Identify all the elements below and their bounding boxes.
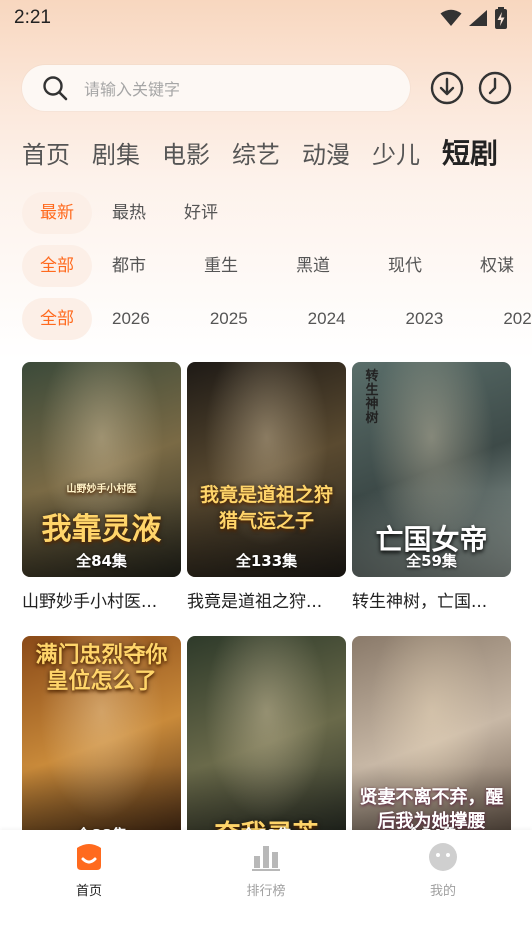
episode-count-badge: 全133集 bbox=[235, 552, 298, 570]
history-clock-icon[interactable] bbox=[478, 71, 512, 105]
tab-kids[interactable]: 少儿 bbox=[372, 135, 420, 170]
drama-poster: 我竟是道祖之狩猎气运之子 全133集 bbox=[187, 362, 346, 577]
search-row: 请输入关键字 bbox=[22, 64, 512, 112]
poster-title-text: 满门忠烈夺你皇位怎么了 bbox=[35, 642, 168, 694]
genre-filter-row: 全部 都市 重生 黑道 现代 权谋 神豪 bbox=[22, 245, 532, 287]
tab-variety[interactable]: 综艺 bbox=[232, 135, 280, 170]
drama-poster: 山野妙手小村医 我靠灵液 全84集 bbox=[22, 362, 181, 577]
search-icon bbox=[43, 76, 68, 101]
filter-sort-top-rated[interactable]: 好评 bbox=[166, 192, 236, 234]
episode-count-badge: 全84集 bbox=[76, 552, 127, 570]
tab-anime[interactable]: 动漫 bbox=[302, 135, 350, 170]
drama-poster: 夺我灵芝 全69集 bbox=[187, 636, 346, 851]
tab-series[interactable]: 剧集 bbox=[92, 135, 140, 170]
poster-title-text: 我靠灵液 bbox=[41, 512, 162, 547]
sort-filter-row: 最新 最热 好评 bbox=[22, 192, 532, 234]
filter-sort-hottest[interactable]: 最热 bbox=[94, 192, 164, 234]
bottom-navigation: 首页 排行榜 我的 bbox=[0, 830, 532, 946]
filter-year-2022[interactable]: 2022 bbox=[485, 298, 532, 340]
filter-year-all[interactable]: 全部 bbox=[22, 298, 92, 340]
filter-genre-urban[interactable]: 都市 bbox=[94, 245, 164, 287]
search-input[interactable]: 请输入关键字 bbox=[22, 65, 410, 111]
ranking-icon bbox=[252, 846, 280, 871]
filter-genre-modern[interactable]: 现代 bbox=[370, 245, 440, 287]
drama-card[interactable]: 贤妻不离不弃，醒后我为她撑腰 全74集 bbox=[352, 636, 511, 851]
episode-count-badge: 全59集 bbox=[406, 552, 457, 570]
category-tabs: 首页 剧集 电影 综艺 动漫 少儿 短剧 bbox=[22, 130, 520, 174]
tab-home[interactable]: 首页 bbox=[22, 135, 70, 170]
tab-movies[interactable]: 电影 bbox=[162, 135, 210, 170]
home-icon bbox=[77, 844, 101, 870]
status-icons bbox=[440, 7, 508, 29]
year-filter-row: 全部 2026 2025 2024 2023 2022 20 bbox=[22, 298, 532, 340]
drama-card[interactable]: 我竟是道祖之狩猎气运之子 全133集 我竟是道祖之狩... bbox=[187, 362, 346, 612]
drama-title: 转生神树，亡国... bbox=[352, 592, 488, 612]
tab-short-drama[interactable]: 短剧 bbox=[442, 132, 498, 172]
filter-genre-all[interactable]: 全部 bbox=[22, 245, 92, 287]
drama-poster: 满门忠烈夺你皇位怎么了 全88集 bbox=[22, 636, 181, 851]
drama-title: 我竟是道祖之狩... bbox=[187, 592, 323, 612]
signal-icon bbox=[469, 10, 487, 26]
status-bar: 2:21 bbox=[0, 0, 532, 36]
filter-year-2023[interactable]: 2023 bbox=[387, 298, 461, 340]
drama-poster: 转生神树 亡国女帝 全59集 bbox=[352, 362, 511, 577]
battery-charging-icon bbox=[495, 7, 507, 29]
status-time: 2:21 bbox=[14, 7, 51, 28]
drama-title: 山野妙手小村医... bbox=[22, 592, 158, 612]
drama-poster: 贤妻不离不弃，醒后我为她撑腰 全74集 bbox=[352, 636, 511, 851]
nav-home-label: 首页 bbox=[75, 884, 102, 899]
poster-title-text: 我竟是道祖之狩猎气运之子 bbox=[199, 484, 333, 532]
poster-tag-text: 山野妙手小村医 bbox=[66, 484, 137, 495]
search-placeholder: 请输入关键字 bbox=[84, 80, 181, 99]
nav-profile[interactable]: 我的 bbox=[393, 842, 493, 899]
drama-card[interactable]: 山野妙手小村医 我靠灵液 全84集 山野妙手小村医... bbox=[22, 362, 181, 612]
filter-year-2024[interactable]: 2024 bbox=[290, 298, 364, 340]
filter-genre-rebirth[interactable]: 重生 bbox=[186, 245, 256, 287]
drama-card[interactable]: 转生神树 亡国女帝 全59集 转生神树，亡国... bbox=[352, 362, 511, 612]
filter-genre-intrigue[interactable]: 权谋 bbox=[462, 245, 532, 287]
wifi-icon bbox=[440, 9, 462, 26]
nav-ranking-label: 排行榜 bbox=[246, 884, 286, 899]
filter-genre-gangster[interactable]: 黑道 bbox=[278, 245, 348, 287]
download-icon[interactable] bbox=[430, 71, 464, 105]
drama-card[interactable]: 满门忠烈夺你皇位怎么了 全88集 bbox=[22, 636, 181, 851]
nav-ranking[interactable]: 排行榜 bbox=[216, 842, 316, 899]
poster-tag-text: 转生神树 bbox=[365, 369, 379, 426]
nav-home[interactable]: 首页 bbox=[39, 842, 139, 899]
filter-year-2026[interactable]: 2026 bbox=[94, 298, 168, 340]
filter-sort-latest[interactable]: 最新 bbox=[22, 192, 92, 234]
drama-card[interactable]: 夺我灵芝 全69集 bbox=[187, 636, 346, 851]
profile-icon bbox=[429, 843, 457, 871]
filter-year-2025[interactable]: 2025 bbox=[192, 298, 266, 340]
nav-profile-label: 我的 bbox=[429, 884, 456, 899]
